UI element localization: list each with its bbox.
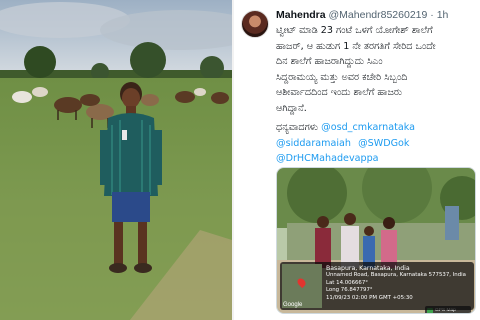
mention-link[interactable]: @DrHCMahadevappa: [276, 151, 379, 167]
tweet-attached-photo[interactable]: GPS Map Camera Google Basapura, Karnatak…: [276, 167, 476, 314]
user-handle[interactable]: @Mahendr85260219: [329, 9, 428, 21]
gps-timestamp: 11/09/23 02:00 PM GMT +05:30: [326, 294, 413, 301]
tweet-timestamp[interactable]: 1h: [437, 9, 449, 21]
tweet-text-line: ಹಾಜರ್, ಆ ಹುಡುಗ 1 ನೇ ತರಗತಿಗೆ ಸೇರಿದ ಒಂದೇ: [276, 40, 436, 52]
tweet-text-line: ಆಗಿದ್ದಾನೆ.: [276, 102, 307, 114]
thanks-label: ಧನ್ಯವಾದಗಳು: [276, 122, 319, 133]
tweet-text-line: ಸಿದ್ದರಾಮಯ್ಯ ಮತ್ತು ಅವರ ಕಚೇರಿ ಸಿಬ್ಬಂದಿ: [276, 71, 408, 83]
mention-link[interactable]: @siddaramaiah: [276, 136, 351, 152]
google-logo: Google: [283, 302, 303, 308]
tweet-text: ಟ್ವೀಟ್ ಮಾಡಿ 23 ಗಂಟೆ ಒಳಗೆ ಯೋಗೇಶ್ ಶಾಲೆಗೆ ಹ…: [276, 23, 476, 117]
separator-dot: ·: [430, 9, 434, 21]
gps-address: Unnamed Road, Basapura, Karnataka 577537…: [326, 272, 466, 279]
tweet-text-line: ದಿನ ಶಾಲೆಗೆ ಹಾಜರಾಗಿದ್ದುದು ಸಿಎಂ: [276, 56, 383, 68]
display-name[interactable]: Mahendra: [276, 9, 326, 21]
gps-overlay: Google Basapura, Karnataka, India Unname…: [280, 262, 474, 310]
tweet-text-line: ಟ್ವೀಟ್ ಮಾಡಿ 23 ಗಂಟೆ ಒಳಗೆ ಯೋಗೇಶ್ ಶಾಲೆಗೆ: [276, 25, 433, 36]
tweet-header: Mahendra @Mahendr85260219 · 1h: [276, 9, 448, 21]
mention-link[interactable]: @osd_cmkarnataka: [321, 120, 415, 136]
news-photo-boy-with-sheep: [0, 0, 232, 320]
tweet-card[interactable]: Mahendra @Mahendr85260219 · 1h ಟ್ವೀಟ್ ಮಾ…: [234, 0, 480, 320]
gps-long: Long 76.847797°: [326, 287, 373, 294]
avatar[interactable]: [241, 10, 269, 38]
gps-lat: Lat 14.006667°: [326, 279, 368, 286]
mention-link[interactable]: @SWDGok: [358, 136, 409, 152]
tweet-thanks: ಧನ್ಯವಾದಗಳು @osd_cmkarnataka @siddaramaia…: [276, 120, 476, 167]
tweet-text-line: ಆಶೀರ್ವಾದದಿಂದ ಇಂದು ಶಾಲೆಗೆ ಹಾಜರು: [276, 87, 403, 99]
gps-place: Basapura, Karnataka, India: [326, 265, 410, 272]
